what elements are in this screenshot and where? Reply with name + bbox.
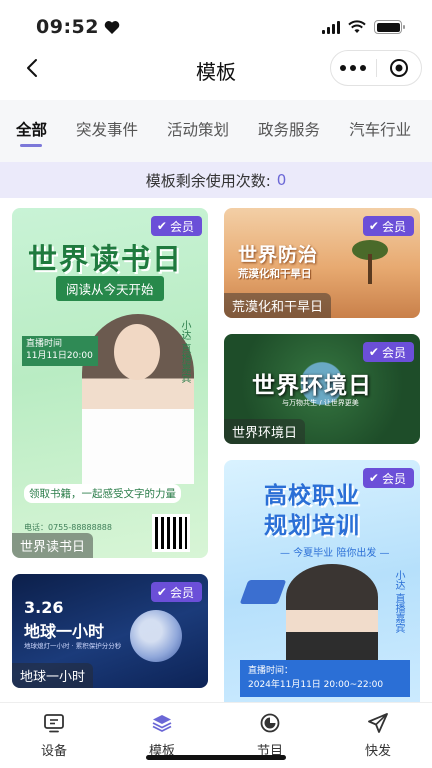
status-time: 09:52 (36, 16, 120, 38)
battery-icon (374, 20, 405, 34)
qr-code-icon (152, 514, 190, 552)
tab-emergency[interactable]: 突发事件 (76, 100, 138, 162)
nav-bar: 模板 (0, 48, 432, 98)
check-icon: ✔ (368, 219, 379, 233)
member-badge: ✔ 会员 (362, 342, 414, 362)
bottom-tab-devices[interactable]: 设备 (0, 703, 108, 768)
template-card-desertification[interactable]: 世界防治 荒漠化和干旱日 ✔ 会员 荒漠化和干旱日 (224, 208, 420, 318)
bottom-tab-quick-send[interactable]: 快发 (324, 703, 432, 768)
back-button[interactable] (20, 56, 44, 80)
home-indicator (146, 755, 286, 760)
guest-vertical-text: 小达 直播嘉宾 (179, 320, 190, 384)
card-date: 3.26 (24, 598, 64, 617)
program-icon (258, 711, 282, 735)
wifi-icon (348, 20, 366, 33)
check-icon: ✔ (368, 345, 379, 359)
template-card-reading-day[interactable]: 世界读书日 阅读从今天开始 直播时间 11月11日20:00 小达 直播嘉宾 领… (12, 208, 208, 558)
card-subtitle: — 今夏毕业 陪你出发 — (280, 548, 390, 559)
member-badge: ✔ 会员 (362, 468, 414, 488)
category-tabs: 全部 突发事件 活动策划 政务服务 汽车行业 (0, 100, 432, 162)
tab-event-planning[interactable]: 活动策划 (167, 100, 229, 162)
card-subtitle: 地球熄灯一小时 · 累积保护分分秒 (24, 642, 122, 650)
card-headline: 地球一小时 (24, 622, 105, 641)
card-label: 地球一小时 (12, 663, 94, 688)
send-icon (366, 711, 390, 735)
check-icon: ✔ (156, 585, 167, 599)
more-button[interactable] (331, 51, 376, 85)
capsule-menu (330, 50, 422, 86)
live-time-box: 直播时间 11月11日20:00 (22, 336, 98, 366)
signal-icon (322, 20, 340, 34)
card-contact: 电话：0755-88888888 (24, 523, 112, 532)
template-card-earth-hour[interactable]: 3.26 地球一小时 地球熄灯一小时 · 累积保护分分秒 ✔ 会员 地球一小时 (12, 574, 208, 688)
bottom-tab-label: 快发 (364, 744, 391, 759)
live-time-box: 直播时间： 2024年11月11日 20:00~22:00 (240, 660, 410, 697)
card-label: 世界环境日 (224, 419, 306, 444)
remaining-uses-bar: 模板剩余使用次数: 0 (0, 162, 432, 198)
card-headline: 世界读书日 (28, 242, 184, 276)
close-miniapp-button[interactable] (376, 51, 421, 85)
template-grid: 世界读书日 阅读从今天开始 直播时间 11月11日20:00 小达 直播嘉宾 领… (0, 198, 432, 702)
monitor-icon (42, 711, 66, 735)
tab-all[interactable]: 全部 (16, 100, 47, 162)
tab-automotive[interactable]: 汽车行业 (349, 100, 411, 162)
lightbulb-icon (130, 610, 182, 662)
live-time-value: 11月11日20:00 (26, 351, 93, 362)
member-badge: ✔ 会员 (150, 216, 202, 236)
card-subtitle: 与万物共生 / 让世界更美 (282, 399, 359, 407)
presenter-photo (286, 564, 378, 674)
card-subtitle: 阅读从今天开始 (56, 276, 164, 301)
heart-icon (104, 20, 120, 34)
member-badge: ✔ 会员 (362, 216, 414, 236)
status-icons (322, 20, 405, 34)
tab-government[interactable]: 政务服务 (258, 100, 320, 162)
card-headline-line2: 规划培训 (264, 513, 360, 539)
live-time-title: 直播时间 (26, 339, 63, 349)
status-bar: 09:52 (0, 0, 432, 48)
member-badge: ✔ 会员 (150, 582, 202, 602)
check-icon: ✔ (156, 219, 167, 233)
template-card-environment-day[interactable]: 世界环境日 与万物共生 / 让世界更美 ✔ 会员 世界环境日 (224, 334, 420, 444)
chevron-left-icon (27, 59, 37, 77)
card-headline: 世界防治 (238, 244, 319, 266)
time-text: 09:52 (36, 16, 99, 38)
guest-vertical-text: 小达 直播嘉宾 (393, 570, 404, 634)
remaining-uses-label: 模板剩余使用次数: (145, 171, 271, 190)
target-icon (389, 59, 408, 77)
graduation-cap-icon (239, 580, 287, 604)
tree-icon (352, 240, 388, 284)
card-slogan: 领取书籍，一起感受文字的力量 (24, 484, 181, 503)
live-time-title: 直播时间： (248, 666, 294, 676)
live-time-value: 2024年11月11日 20:00~22:00 (248, 680, 384, 691)
check-icon: ✔ (368, 471, 379, 485)
card-headline-line1: 高校职业 (264, 483, 360, 509)
template-card-career-training[interactable]: 高校职业 规划培训 — 今夏毕业 陪你出发 — 小达 直播嘉宾 直播时间： 20… (224, 460, 420, 702)
remaining-uses-count: 0 (276, 171, 287, 189)
card-label: 世界读书日 (12, 533, 94, 558)
card-subtitle: 荒漠化和干旱日 (238, 268, 312, 280)
card-headline: 世界环境日 (252, 373, 372, 399)
layers-icon (150, 711, 174, 735)
bottom-tab-label: 设备 (40, 744, 67, 759)
card-label: 荒漠化和干旱日 (224, 293, 332, 318)
